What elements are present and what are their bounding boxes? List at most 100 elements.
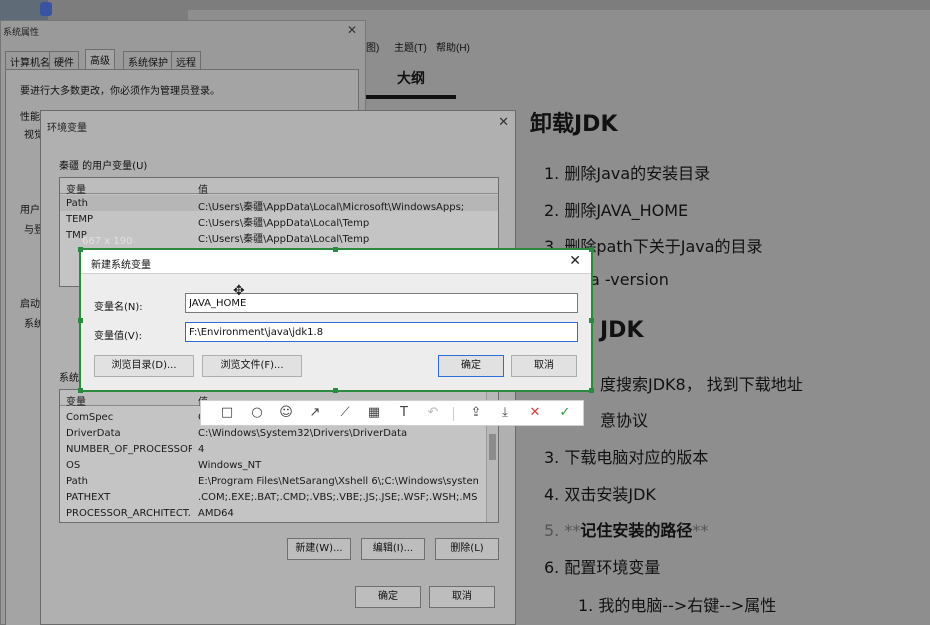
selection-handle[interactable] [78, 247, 83, 252]
browse-directory-button[interactable]: 浏览目录(D)... [94, 355, 194, 377]
table-row[interactable]: Path E:\Program Files\NetSarang\Xshell 6… [60, 473, 498, 489]
user-variables-label: 秦疆 的用户变量(U) [59, 161, 148, 172]
list-item: 6. 配置环境变量 [544, 558, 661, 577]
move-cursor-icon: ✥ [233, 283, 245, 299]
heading-uninstall: 卸载JDK [530, 112, 618, 137]
column-header-variable[interactable]: 变量 [66, 393, 86, 408]
variable-value: AMD64 [198, 508, 234, 519]
table-row[interactable]: NUMBER_OF_PROCESSORS 4 [60, 441, 498, 457]
variable-value: C:\Users\秦疆\AppData\Local\Temp [198, 234, 370, 245]
outline-tab-indicator [366, 95, 456, 99]
list-item: 度搜索JDK8， 找到下载地址 [600, 375, 803, 394]
variable-value-field[interactable] [185, 322, 578, 342]
list-item: 意协议 [600, 411, 649, 430]
group-startup-label: 启动 [20, 299, 40, 310]
cancel-button[interactable]: 取消 [429, 586, 495, 608]
window-title: 系统属性 [3, 28, 40, 38]
list-item: 2. 删除JAVA_HOME [544, 201, 689, 220]
selection-handle[interactable] [589, 388, 594, 393]
cancel-icon[interactable]: ✕ [527, 405, 543, 421]
tab-advanced[interactable]: 高级 [85, 49, 115, 69]
list-item: 3. 下载电脑对应的版本 [544, 448, 709, 467]
menu-item-view[interactable]: 图) [366, 39, 379, 54]
variable-name: TEMP [66, 214, 94, 225]
column-header-variable[interactable]: 变量 [66, 181, 86, 196]
ok-button[interactable]: 确定 [438, 355, 504, 377]
variable-name-label: 变量名(N): [94, 302, 143, 313]
share-icon[interactable]: ⇪ [468, 405, 484, 421]
variable-name: Path [66, 476, 88, 487]
ellipse-icon[interactable]: ○ [249, 405, 265, 421]
list-header: 变量 值 [60, 178, 498, 196]
markdown-bold-marker: 5. ** [544, 521, 581, 540]
table-row[interactable]: OS Windows_NT [60, 457, 498, 473]
variable-name: OS [66, 460, 81, 471]
variable-value: Windows_NT [198, 460, 262, 471]
heading-install: JDK [600, 318, 644, 343]
group-performance-label: 性能 [20, 112, 40, 123]
new-system-variable-dialog: 新建系统变量 ✕ 变量名(N): 变量值(V): 浏览目录(D)... 浏览文件… [80, 249, 592, 391]
table-row[interactable]: PATHEXT .COM;.EXE;.BAT;.CMD;.VBS;.VBE;.J… [60, 489, 498, 505]
admin-note: 要进行大多数更改，你必须作为管理员登录。 [20, 86, 220, 97]
table-row[interactable]: TEMP C:\Users\秦疆\AppData\Local\Temp [60, 211, 498, 229]
menu-item-theme[interactable]: 主题(T) [394, 39, 427, 54]
list-item-step5: 5. **记住安装的路径** [544, 517, 708, 541]
tab-system-protection[interactable]: 系统保护 [123, 51, 173, 69]
list-item: 1. 删除Java的安装目录 [544, 164, 711, 183]
variable-value: .COM;.EXE;.BAT;.CMD;.VBS;.VBE;.JS;.JSE;.… [198, 492, 478, 503]
pen-icon[interactable]: ⟋ [337, 405, 353, 421]
tab-computer-name[interactable]: 计算机名 [5, 51, 55, 69]
table-row[interactable]: Path C:\Users\秦疆\AppData\Local\Microsoft… [60, 195, 498, 213]
group-user-profiles-label: 用户 [20, 205, 40, 216]
new-variable-button[interactable]: 新建(W)... [287, 538, 351, 560]
close-icon[interactable]: ✕ [347, 23, 357, 37]
capture-toolbar: □ ○ ☺ ↗ ⟋ ▦ T ↶ ⇪ ⤓ ✕ ✓ [200, 400, 584, 426]
arrow-icon[interactable]: ↗ [307, 405, 323, 421]
list-item: 4. 双击安装JDK [544, 485, 656, 504]
ok-button[interactable]: 确定 [355, 586, 421, 608]
selection-handle[interactable] [78, 318, 83, 323]
menu-item-help[interactable]: 帮助(H) [436, 39, 470, 54]
toolbar-divider [453, 407, 454, 421]
bold-text: 记住安装的路径 [580, 521, 693, 540]
selection-handle[interactable] [333, 247, 338, 252]
variable-value: E:\Program Files\NetSarang\Xshell 6\;C:\… [198, 476, 478, 487]
variable-name: DriverData [66, 428, 121, 439]
table-row[interactable]: PROCESSOR_ARCHITECT... AMD64 [60, 505, 498, 521]
undo-icon[interactable]: ↶ [425, 405, 441, 421]
window-title: 环境变量 [47, 123, 87, 134]
selection-handle[interactable] [333, 388, 338, 393]
column-header-value[interactable]: 值 [198, 181, 208, 196]
tab-outline[interactable]: 大纲 [366, 68, 456, 88]
tab-remote[interactable]: 远程 [171, 51, 201, 69]
variable-value: 4 [198, 444, 205, 455]
emoji-icon[interactable]: ☺ [278, 405, 294, 421]
delete-variable-button[interactable]: 删除(L) [435, 538, 499, 560]
selection-handle[interactable] [589, 247, 594, 252]
text-icon[interactable]: T [396, 405, 412, 421]
selection-handle[interactable] [78, 388, 83, 393]
markdown-bold-marker: ** [692, 521, 709, 540]
edit-variable-button[interactable]: 编辑(I)... [361, 538, 425, 560]
close-icon[interactable]: ✕ [498, 115, 509, 130]
close-icon[interactable]: ✕ [569, 253, 581, 269]
tab-hardware[interactable]: 硬件 [49, 51, 79, 69]
selection-size-label: 667 x 190 [82, 236, 133, 247]
list-item: a -version [590, 270, 669, 289]
mosaic-icon[interactable]: ▦ [366, 405, 382, 421]
variable-name: PROCESSOR_ARCHITECT... [66, 508, 192, 519]
dialog-title: 新建系统变量 [91, 260, 151, 271]
scrollbar-thumb[interactable] [489, 434, 496, 460]
cancel-button[interactable]: 取消 [511, 355, 577, 377]
app-icon-top[interactable] [40, 2, 52, 16]
rectangle-icon[interactable]: □ [219, 405, 235, 421]
dialog-titlebar: 新建系统变量 ✕ [81, 250, 591, 274]
variable-value: C:\Windows\System32\Drivers\DriverData [198, 428, 408, 439]
sub-list-item: 1. 我的电脑-->右键-->属性 [578, 596, 777, 615]
table-row[interactable]: DriverData C:\Windows\System32\Drivers\D… [60, 425, 498, 441]
selection-handle[interactable] [589, 318, 594, 323]
download-icon[interactable]: ⤓ [497, 405, 513, 421]
browse-file-button[interactable]: 浏览文件(F)... [202, 355, 302, 377]
variable-name: Path [66, 198, 88, 209]
confirm-icon[interactable]: ✓ [557, 405, 573, 421]
